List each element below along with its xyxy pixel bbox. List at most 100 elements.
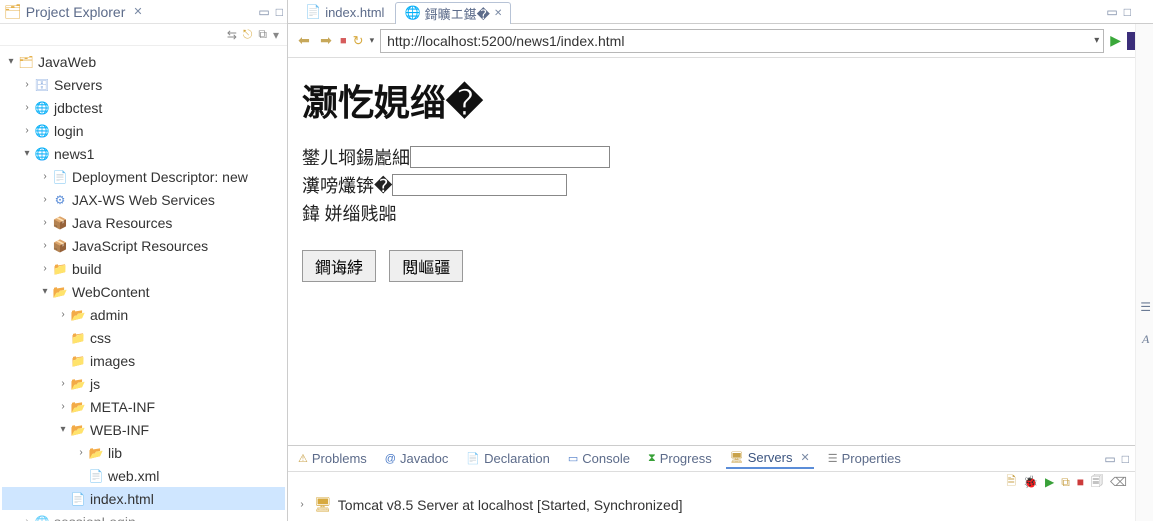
tree-item-news1[interactable]: ▾ 🌐 news1 — [2, 142, 285, 165]
refresh-icon[interactable]: ↻ — [353, 33, 364, 49]
tab-label: Properties — [842, 451, 901, 466]
problems-icon: ⚠ — [298, 452, 308, 465]
folder-open-icon: 📂 — [88, 446, 104, 460]
tab-label: index.html — [325, 5, 384, 20]
chevron-right-icon[interactable]: › — [38, 240, 52, 251]
maximize-icon[interactable]: □ — [276, 5, 283, 19]
folder-open-icon: 📂 — [52, 285, 68, 299]
tab-properties[interactable]: ☰ Properties — [824, 449, 905, 468]
publish-icon[interactable]: 🗐 — [1091, 472, 1103, 493]
chevron-right-icon[interactable]: › — [56, 378, 70, 389]
tab-problems[interactable]: ⚠ Problems — [294, 449, 371, 468]
tab-servers[interactable]: 🖥 Servers ✕ — [726, 448, 814, 469]
jaxws-icon: ⚙ — [52, 193, 68, 207]
tree-item-indexhtml[interactable]: 📄 index.html — [2, 487, 285, 510]
minimize-icon[interactable]: ▭ — [1104, 452, 1115, 466]
reset-button[interactable]: 閲嶇疆 — [389, 250, 463, 282]
tree-item-jdbctest[interactable]: › 🌐 jdbctest — [2, 96, 285, 119]
tree-item-css[interactable]: 📁 css — [2, 326, 285, 349]
url-input[interactable]: http://localhost:5200/news1/index.html ▾ — [380, 29, 1104, 53]
close-icon[interactable]: ✕ — [801, 451, 810, 464]
project-icon: 🌐 — [34, 515, 50, 521]
chevron-right-icon[interactable]: › — [20, 102, 34, 113]
tree-item-metainf[interactable]: › 📂 META-INF — [2, 395, 285, 418]
tree-item-webinf[interactable]: ▾ 📂 WEB-INF — [2, 418, 285, 441]
javadoc-icon: @ — [385, 453, 396, 465]
link-editor-icon[interactable]: ⎋ — [243, 27, 253, 42]
chevron-down-icon[interactable]: ▾ — [20, 148, 34, 159]
tree-item-login[interactable]: › 🌐 login — [2, 119, 285, 142]
chevron-right-icon[interactable]: › — [38, 217, 52, 228]
debug-icon[interactable]: 🐞 — [1023, 475, 1038, 489]
forward-icon[interactable]: ➡ — [318, 32, 334, 49]
chevron-right-icon[interactable]: › — [56, 401, 70, 412]
project-tree[interactable]: ▾ 🗂 JavaWeb › 🗄 Servers › 🌐 jdbctest › 🌐… — [0, 46, 287, 521]
tab-index-html[interactable]: 📄 index.html — [296, 1, 393, 23]
chevron-down-icon[interactable]: ▾ — [4, 56, 18, 67]
maximize-icon[interactable]: □ — [1124, 5, 1131, 19]
chevron-right-icon[interactable]: › — [38, 171, 52, 182]
close-icon[interactable]: ✕ — [133, 5, 142, 18]
stop-icon[interactable]: ■ — [1077, 475, 1084, 489]
close-icon[interactable]: ✕ — [494, 8, 502, 19]
chevron-down-icon[interactable]: ▾ — [38, 286, 52, 297]
username-input[interactable] — [410, 146, 610, 168]
chevron-right-icon[interactable]: › — [296, 499, 308, 510]
tree-item-webcontent[interactable]: ▾ 📂 WebContent — [2, 280, 285, 303]
stop-icon[interactable]: ■ — [340, 35, 347, 47]
profile-icon[interactable]: ⧉ — [1061, 475, 1070, 490]
back-icon[interactable]: ⬅ — [296, 32, 312, 49]
maximize-icon[interactable]: □ — [1122, 452, 1129, 466]
tree-item-js[interactable]: › 📂 js — [2, 372, 285, 395]
tree-label: WEB-INF — [90, 422, 149, 438]
tab-progress[interactable]: ⧗ Progress — [644, 449, 716, 468]
tree-item-images[interactable]: 📁 images — [2, 349, 285, 372]
chevron-right-icon[interactable]: › — [20, 516, 34, 521]
go-icon[interactable]: ▶ — [1110, 32, 1121, 49]
new-server-icon[interactable]: 🗎 — [1006, 472, 1016, 493]
chevron-down-icon[interactable]: ▾ — [56, 424, 70, 435]
chevron-right-icon[interactable]: › — [38, 263, 52, 274]
tree-item-servers[interactable]: › 🗄 Servers — [2, 73, 285, 96]
tab-declaration[interactable]: 📄 Declaration — [462, 449, 553, 468]
browser-content: 灏忔娊缁� 鐢ㄦ埛鍚嶏細 瀵嗙爜锛� 鍏 姘缁贱嘂 鐧诲綍 閲嶇疆 — [288, 58, 1135, 445]
chevron-right-icon[interactable]: › — [20, 125, 34, 136]
view-menu-icon[interactable]: ▾ — [273, 28, 279, 42]
editor-tab-bar: 📄 index.html 🌐 鎶曠エ鍖� ✕ ▭ □ — [288, 0, 1153, 24]
tree-root[interactable]: ▾ 🗂 JavaWeb — [2, 50, 285, 73]
tab-browser[interactable]: 🌐 鎶曠エ鍖� ✕ — [395, 2, 511, 24]
chevron-right-icon[interactable]: › — [20, 79, 34, 90]
start-icon[interactable]: ▶ — [1045, 475, 1054, 489]
tree-item-admin[interactable]: › 📂 admin — [2, 303, 285, 326]
focus-icon[interactable]: ⧉ — [258, 27, 267, 42]
tree-item-build[interactable]: › 📁 build — [2, 257, 285, 280]
server-item[interactable]: › 🖥 Tomcat v8.5 Server at localhost [Sta… — [288, 492, 1135, 517]
tomcat-icon: 🖥 — [314, 496, 332, 513]
tree-item-java-resources[interactable]: › 📦 Java Resources — [2, 211, 285, 234]
chevron-right-icon[interactable]: › — [56, 309, 70, 320]
tree-item-js-resources[interactable]: › 📦 JavaScript Resources — [2, 234, 285, 257]
password-input[interactable] — [392, 174, 567, 196]
tree-item-jaxws[interactable]: › ⚙ JAX-WS Web Services — [2, 188, 285, 211]
tree-item-webxml[interactable]: 📄 web.xml — [2, 464, 285, 487]
login-button[interactable]: 鐧诲綍 — [302, 250, 376, 282]
tab-console[interactable]: ▭ Console — [564, 449, 634, 468]
explorer-header: 🗂 Project Explorer ✕ ▭ □ — [0, 0, 287, 24]
dropdown-icon[interactable]: ▾ — [370, 35, 375, 46]
tree-item-deployment-descriptor[interactable]: › 📄 Deployment Descriptor: new — [2, 165, 285, 188]
minimize-icon[interactable]: ▭ — [258, 5, 269, 19]
chevron-right-icon[interactable]: › — [38, 194, 52, 205]
chevron-right-icon[interactable]: › — [74, 447, 88, 458]
tree-label: JavaWeb — [38, 54, 96, 70]
chevron-down-icon[interactable]: ▾ — [1094, 35, 1099, 46]
tree-item-lib[interactable]: › 📂 lib — [2, 441, 285, 464]
collapse-all-icon[interactable]: ⇆ — [227, 28, 237, 42]
outline-trim-icon[interactable]: ☰ — [1140, 300, 1151, 314]
password-label: 瀵嗙爜锛� — [302, 172, 392, 198]
clean-icon[interactable]: ⌫ — [1110, 475, 1127, 489]
tree-item-cut[interactable]: › 🌐 sessionLogin — [2, 510, 285, 521]
form-row-extra: 鍏 姘缁贱嘂 — [302, 200, 1121, 226]
tab-javadoc[interactable]: @ Javadoc — [381, 449, 453, 468]
minimize-icon[interactable]: ▭ — [1106, 5, 1117, 19]
extra-label: 鍏 姘缁贱嘂 — [302, 200, 397, 226]
